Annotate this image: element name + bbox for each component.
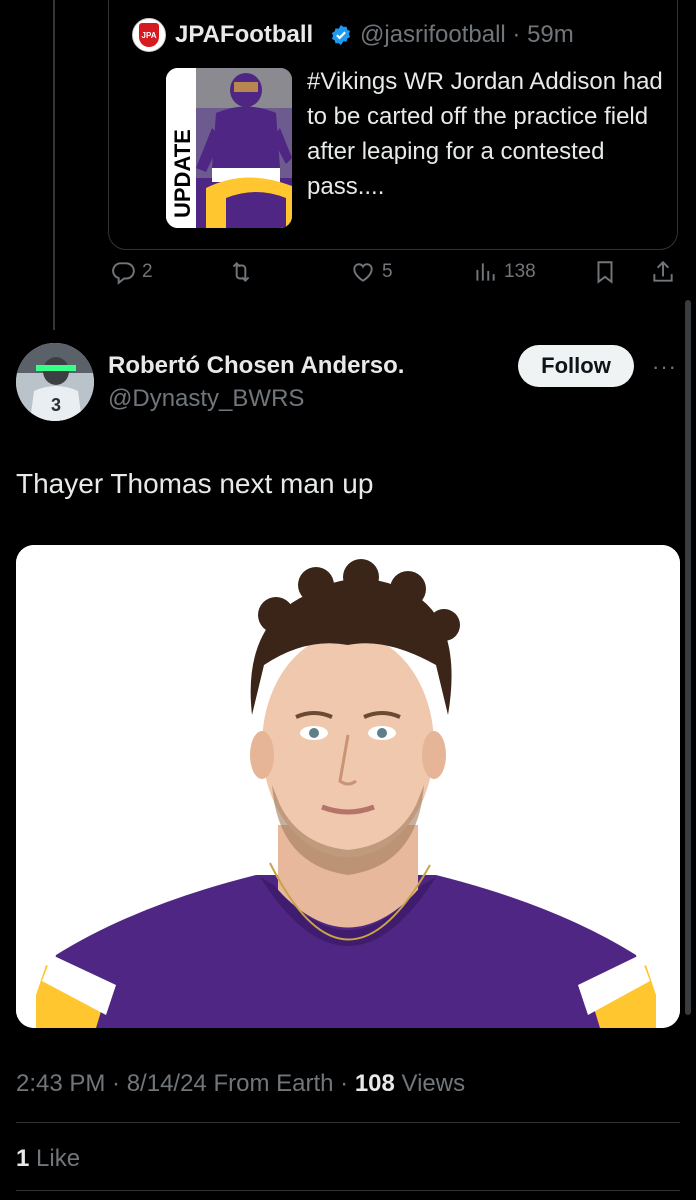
views-total: 108: [354, 1070, 395, 1097]
quoted-thumbnail[interactable]: UPDATE: [166, 68, 292, 228]
reply-icon: [112, 262, 135, 285]
divider: [16, 1190, 680, 1191]
divider: [16, 1122, 680, 1123]
bookmark-button[interactable]: [592, 258, 618, 286]
tweet-text: Thayer Thomas next man up: [16, 468, 374, 499]
quoted-tweet-text: #Vikings WR Jordan Addison had to be car…: [307, 68, 663, 200]
like-icon: [353, 263, 373, 282]
likes-total: 1: [16, 1145, 30, 1172]
avatar-graphic: 3: [16, 343, 94, 421]
views-label: Views: [394, 1070, 466, 1097]
quoted-thumbnail-graphic: UPDATE: [166, 68, 292, 228]
views-button[interactable]: 138: [472, 258, 536, 286]
user-avatar[interactable]: 3: [16, 343, 94, 421]
player-headshot: [16, 545, 680, 1028]
jpa-logo: JPA: [139, 23, 159, 47]
likes-summary[interactable]: 1 Like: [16, 1145, 80, 1173]
thread-line: [53, 0, 55, 330]
reply-count: 2: [142, 261, 153, 282]
avatar-number: 3: [51, 395, 61, 415]
more-icon[interactable]: ···: [652, 354, 677, 380]
follow-button[interactable]: Follow: [518, 345, 634, 387]
verified-icon: [331, 24, 351, 46]
reply-button[interactable]: 2: [110, 258, 153, 286]
likes-label: Like: [29, 1145, 81, 1172]
share-icon: [653, 260, 673, 282]
bookmark-icon: [597, 261, 613, 284]
tweet-meta: 2:43 PM · 8/14/24 From Earth · 108 Views: [16, 1070, 465, 1098]
views-icon: [476, 263, 495, 281]
scrollbar[interactable]: [685, 300, 691, 1015]
retweet-button[interactable]: [228, 258, 254, 286]
quoted-display-name[interactable]: JPAFootball: [175, 21, 313, 49]
tweet-timestamp[interactable]: 2:43 PM · 8/14/24 From Earth ·: [16, 1070, 355, 1097]
quoted-avatar[interactable]: JPA: [132, 18, 166, 52]
views-count: 138: [504, 261, 536, 282]
thumb-banner: UPDATE: [170, 129, 195, 218]
retweet-icon: [232, 261, 250, 283]
share-button[interactable]: [650, 258, 676, 286]
quoted-handle-time: @jasrifootball · 59m: [360, 21, 574, 48]
tweet-photo[interactable]: [16, 545, 680, 1028]
user-display-name[interactable]: Robertó Chosen Anderso.: [108, 352, 404, 380]
like-count: 5: [382, 261, 393, 282]
user-handle[interactable]: @Dynasty_BWRS: [108, 385, 304, 413]
like-button[interactable]: 5: [350, 258, 393, 286]
